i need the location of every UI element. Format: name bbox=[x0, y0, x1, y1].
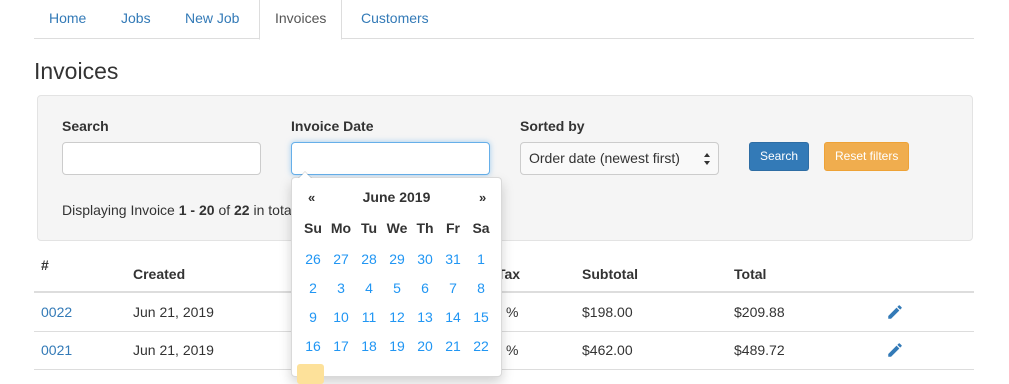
page-title: Invoices bbox=[34, 58, 119, 84]
day-cell[interactable]: 20 bbox=[411, 337, 439, 366]
invoice-date-input[interactable] bbox=[291, 142, 490, 175]
invoice-number-link[interactable]: 0022 bbox=[41, 304, 72, 320]
created-date: Jun 21, 2019 bbox=[133, 304, 214, 320]
day-cell[interactable]: 6 bbox=[411, 279, 439, 308]
sorted-by-label: Sorted by bbox=[520, 118, 585, 134]
weekday-label: Th bbox=[416, 220, 434, 236]
column-subtotal: Subtotal bbox=[582, 266, 638, 282]
filter-panel: Search Invoice Date Sorted by Order date… bbox=[37, 95, 973, 241]
total-value: $489.72 bbox=[734, 342, 785, 358]
column-total: Total bbox=[734, 266, 767, 282]
chevron-up-down-icon bbox=[703, 143, 711, 168]
summary-total: 22 bbox=[234, 202, 250, 218]
date-picker-popup: « June 2019 » Su Mo Tu We Th Fr Sa 26 27… bbox=[291, 171, 502, 384]
pencil-icon[interactable] bbox=[886, 341, 904, 359]
day-cell[interactable]: 18 bbox=[355, 337, 383, 366]
day-cell[interactable]: 7 bbox=[439, 279, 467, 308]
tab-new-job[interactable]: New Job bbox=[170, 0, 254, 39]
search-label: Search bbox=[62, 118, 109, 134]
day-cell[interactable]: 26 bbox=[299, 250, 327, 279]
total-value: $209.88 bbox=[734, 304, 785, 320]
day-cell[interactable]: 28 bbox=[355, 250, 383, 279]
day-cell[interactable]: 19 bbox=[383, 337, 411, 366]
day-cell[interactable]: 8 bbox=[467, 279, 495, 308]
summary-prefix: Displaying Invoice bbox=[62, 202, 175, 218]
day-cell[interactable]: 10 bbox=[327, 308, 355, 337]
tab-customers[interactable]: Customers bbox=[346, 0, 444, 39]
day-cell[interactable]: 12 bbox=[383, 308, 411, 337]
tax-value: % bbox=[506, 342, 519, 358]
weekday-label: Fr bbox=[446, 220, 460, 236]
weekday-label: Mo bbox=[330, 220, 352, 236]
created-date: Jun 21, 2019 bbox=[133, 342, 214, 358]
day-cell[interactable]: 2 bbox=[299, 279, 327, 308]
tab-jobs[interactable]: Jobs bbox=[106, 0, 166, 39]
datepicker-month-title[interactable]: June 2019 bbox=[292, 189, 501, 205]
day-cell[interactable]: 31 bbox=[439, 250, 467, 279]
tax-value: % bbox=[506, 304, 519, 320]
table-header: # Created Tax Subtotal Total bbox=[34, 245, 974, 293]
day-cell[interactable]: 3 bbox=[327, 279, 355, 308]
datepicker-next-button[interactable]: » bbox=[479, 190, 486, 205]
day-cell[interactable]: 16 bbox=[299, 337, 327, 366]
subtotal-value: $462.00 bbox=[582, 342, 633, 358]
day-cell[interactable]: 21 bbox=[439, 337, 467, 366]
reset-filters-button[interactable]: Reset filters bbox=[824, 142, 910, 171]
day-cell[interactable]: 1 bbox=[467, 250, 495, 279]
sorted-by-select[interactable]: Order date (newest first) bbox=[520, 142, 719, 175]
column-number: # bbox=[41, 257, 49, 273]
summary-suffix: in tota bbox=[253, 202, 292, 218]
nav-tabs: Home Jobs New Job Invoices Customers bbox=[34, 0, 974, 40]
search-button[interactable]: Search bbox=[749, 142, 810, 171]
today-highlight bbox=[297, 364, 324, 384]
table-row: 0021 Jun 21, 2019 % $462.00 $489.72 bbox=[34, 332, 974, 370]
summary-range: 1 - 20 bbox=[178, 202, 215, 218]
day-cell[interactable]: 4 bbox=[355, 279, 383, 308]
tab-invoices[interactable]: Invoices bbox=[259, 0, 343, 40]
search-input[interactable] bbox=[62, 142, 261, 175]
day-cell[interactable]: 11 bbox=[355, 308, 383, 337]
weekday-label: Tu bbox=[360, 220, 378, 236]
day-cell[interactable]: 22 bbox=[467, 337, 495, 366]
summary-of: of bbox=[218, 202, 231, 218]
invoice-date-label: Invoice Date bbox=[291, 118, 374, 134]
column-created: Created bbox=[133, 266, 186, 282]
weekday-label: Sa bbox=[472, 220, 490, 236]
table-row: 0022 Jun 21, 2019 % $198.00 $209.88 bbox=[34, 294, 974, 332]
day-cell[interactable]: 29 bbox=[383, 250, 411, 279]
datepicker-weekdays: Su Mo Tu We Th Fr Sa bbox=[299, 220, 495, 236]
subtotal-value: $198.00 bbox=[582, 304, 633, 320]
day-cell[interactable]: 15 bbox=[467, 308, 495, 337]
results-summary: Displaying Invoice 1 - 20 of 22 in tota bbox=[62, 202, 292, 218]
weekday-label: We bbox=[386, 220, 408, 236]
sorted-by-value: Order date (newest first) bbox=[529, 150, 680, 166]
day-cell[interactable]: 9 bbox=[299, 308, 327, 337]
pencil-icon[interactable] bbox=[886, 303, 904, 321]
weekday-label: Su bbox=[304, 220, 322, 236]
day-cell[interactable]: 30 bbox=[411, 250, 439, 279]
day-cell[interactable]: 17 bbox=[327, 337, 355, 366]
day-cell[interactable]: 5 bbox=[383, 279, 411, 308]
day-cell[interactable]: 14 bbox=[439, 308, 467, 337]
invoice-number-link[interactable]: 0021 bbox=[41, 342, 72, 358]
day-cell[interactable]: 13 bbox=[411, 308, 439, 337]
tab-home[interactable]: Home bbox=[34, 0, 101, 39]
day-cell[interactable]: 27 bbox=[327, 250, 355, 279]
datepicker-days: 26 27 28 29 30 31 1 2 3 4 5 6 7 8 9 10 1… bbox=[299, 250, 495, 366]
